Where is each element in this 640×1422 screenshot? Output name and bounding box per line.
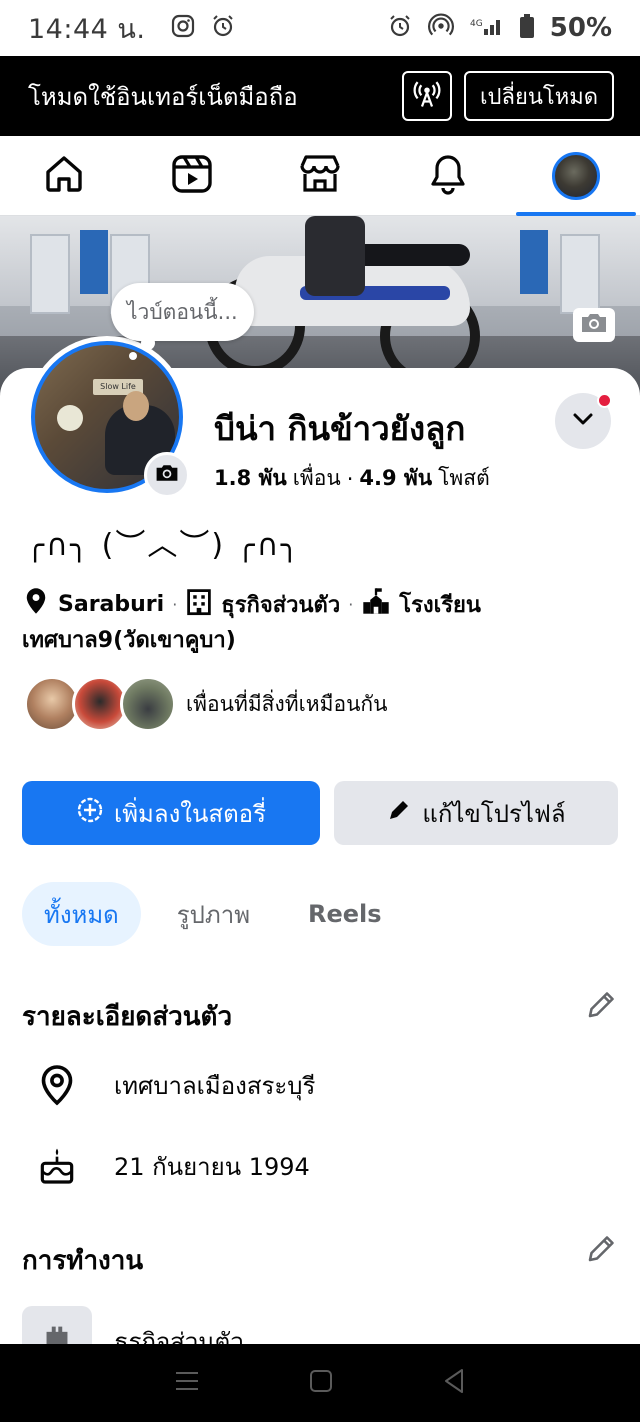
tab-all[interactable]: ทั้งหมด — [22, 882, 141, 946]
profile-stats: 1.8 พัน เพื่อน · 4.9 พัน โพสต์ — [214, 462, 490, 495]
content-filter-tabs: ทั้งหมด รูปภาพ Reels — [22, 882, 404, 946]
back-icon[interactable] — [442, 1368, 466, 1398]
profile-name: บีน่า กินข้าวยังลูก — [214, 409, 466, 448]
friends-label[interactable]: เพื่อน — [293, 462, 341, 495]
edit-details-button[interactable] — [584, 990, 618, 1024]
broadcast-icon — [412, 79, 442, 113]
top-nav — [0, 136, 640, 216]
nav-profile[interactable] — [512, 136, 640, 216]
hometown-text: เทศบาลเมืองสระบุรี — [114, 1071, 316, 1100]
pencil-icon — [386, 797, 412, 829]
mobile-data-banner: โหมดใช้อินเทอร์เน็ตมือถือ เปลี่ยนโหมด — [0, 56, 640, 136]
nav-notifications[interactable] — [384, 136, 512, 216]
intro-work: ธุรกิจส่วนตัว — [221, 592, 341, 618]
recents-icon[interactable] — [174, 1370, 200, 1396]
hotspot-icon — [427, 13, 454, 43]
mutual-text: เพื่อนที่มีสิ่งที่เหมือนกัน — [186, 691, 388, 716]
chevron-down-icon — [571, 411, 595, 431]
data-mode-icon-button[interactable] — [401, 71, 452, 121]
status-time: 14:44 น. — [28, 13, 146, 45]
detail-birthday: 21 กันยายน 1994 — [36, 1146, 310, 1186]
video-icon — [170, 152, 214, 200]
posts-count: 4.9 พัน — [359, 466, 433, 490]
home-button-icon[interactable] — [309, 1369, 333, 1397]
nav-marketplace[interactable] — [256, 136, 384, 216]
alarm-icon — [388, 14, 412, 42]
friends-count[interactable]: 1.8 พัน — [214, 462, 287, 495]
note-bubble[interactable]: ไวบ์ตอนนี้... — [111, 283, 254, 341]
detail-hometown: เทศบาลเมืองสระบุรี — [36, 1064, 315, 1106]
edit-profile-label: แก้ไขโปรไฟล์ — [422, 799, 566, 828]
switch-mode-button[interactable]: เปลี่ยนโหมด — [463, 71, 614, 121]
building-icon — [185, 586, 221, 622]
battery-percentage: 50% — [549, 13, 612, 43]
tab-photos[interactable]: รูปภาพ — [155, 882, 272, 946]
note-bubble-tail — [141, 336, 155, 350]
intro-location: Saraburi — [58, 591, 165, 617]
location-pin-icon — [22, 586, 58, 622]
data-mode-text: โหมดใช้อินเทอร์เน็ตมือถือ — [28, 82, 298, 111]
system-navigation-bar — [0, 1344, 640, 1422]
svg-text:4G: 4G — [470, 19, 483, 29]
intro-school-part: โรงเรียน — [399, 592, 481, 618]
profile-avatar — [552, 151, 600, 200]
notification-dot — [597, 393, 612, 408]
add-to-story-button[interactable]: เพิ่มลงในสตอรี่ — [22, 781, 320, 845]
edit-work-button[interactable] — [584, 1234, 618, 1268]
alarm-icon — [211, 14, 235, 42]
nav-video[interactable] — [128, 136, 256, 216]
note-bubble-tail — [129, 352, 137, 360]
birthday-cake-icon — [36, 1146, 78, 1186]
bio-text: ╭∩╮ (︶︿︶) ╭∩╮ — [26, 528, 301, 563]
status-bar: 14:44 น. 4G 50% — [0, 0, 640, 56]
battery-icon — [519, 14, 534, 42]
work-section-title: การทำงาน — [22, 1246, 144, 1276]
pencil-icon — [585, 989, 617, 1025]
pencil-icon — [585, 1233, 617, 1269]
stats-separator: · — [346, 466, 354, 491]
profile-card — [0, 368, 640, 1348]
camera-icon — [579, 311, 609, 339]
details-section-title: รายละเอียดส่วนตัว — [22, 1002, 233, 1032]
cover-camera-button[interactable] — [573, 308, 615, 342]
intro-line-2: เทศบาล9(วัดเขาคูบา) — [22, 622, 236, 657]
intro-line-1: Saraburi · ธุรกิจส่วนตัว · โรงเรียน — [22, 586, 481, 622]
instagram-icon — [171, 14, 195, 42]
add-circle-icon — [76, 796, 104, 830]
mutual-avatar — [120, 676, 176, 732]
profile-camera-button[interactable] — [144, 452, 190, 498]
nav-home[interactable] — [0, 136, 128, 216]
profile-actions: เพิ่มลงในสตอรี่ แก้ไขโปรไฟล์ — [22, 781, 618, 845]
camera-icon — [154, 462, 180, 488]
mutual-interests[interactable]: เพื่อนที่มีสิ่งที่เหมือนกัน — [24, 676, 388, 732]
bell-icon — [426, 152, 470, 200]
signal-icon: 4G — [470, 15, 504, 41]
add-to-story-label: เพิ่มลงในสตอรี่ — [114, 799, 266, 828]
school-icon — [361, 586, 399, 622]
home-icon — [42, 152, 86, 200]
tab-reels[interactable]: Reels — [286, 882, 404, 946]
intro-school-rest: เทศบาล9(วัดเขาคูบา) — [22, 628, 236, 653]
marketplace-icon — [298, 152, 342, 200]
edit-profile-button[interactable]: แก้ไขโปรไฟล์ — [334, 781, 618, 845]
location-pin-icon — [36, 1064, 78, 1106]
birthday-text: 21 กันยายน 1994 — [114, 1152, 310, 1181]
posts-label: โพสต์ — [438, 466, 490, 490]
